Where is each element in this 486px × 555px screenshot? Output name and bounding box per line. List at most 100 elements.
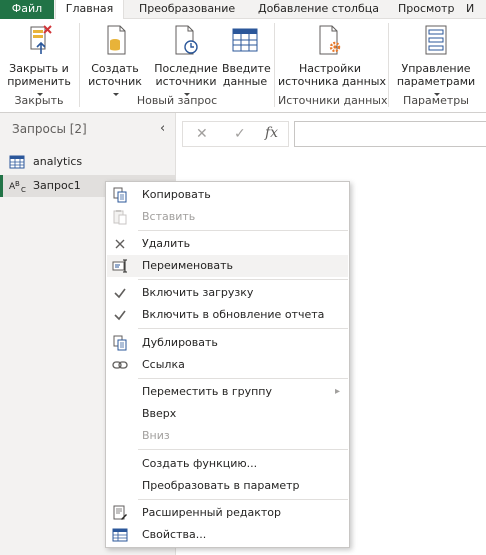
menu-item-label: Вверх [142, 407, 177, 420]
menu-item-move-to-group[interactable]: Переместить в группу ▸ [107, 381, 348, 403]
tab-more[interactable]: И [466, 0, 474, 19]
recent-sources-label-2: источники [155, 75, 217, 88]
menu-item-properties[interactable]: Свойства... [107, 524, 348, 546]
group-label-parameters: Параметры [403, 94, 469, 107]
menu-item-move-down[interactable]: Вниз [107, 425, 348, 447]
check-icon [114, 310, 126, 321]
enter-data-button[interactable]: Введите данные [222, 23, 271, 89]
manage-parameters-label-1: Управление [401, 62, 471, 75]
menu-item-label: Вниз [142, 429, 170, 442]
ribbon-tab-bar: Файл Главная Преобразование Добавление с… [0, 0, 486, 20]
new-source-label-2: источник [88, 75, 142, 88]
recent-sources-button[interactable]: Последние источники [152, 23, 220, 96]
advanced-editor-icon [113, 505, 127, 520]
menu-item-copy[interactable]: Копировать [107, 184, 348, 206]
close-apply-button[interactable]: Закрыть и применить [6, 23, 72, 96]
confirm-formula-icon[interactable]: ✓ [234, 126, 246, 142]
table-icon [232, 28, 258, 52]
check-icon [114, 288, 126, 299]
menu-item-label: Удалить [142, 237, 191, 250]
group-label-close: Закрыть [14, 94, 64, 107]
tab-file[interactable]: Файл [0, 0, 54, 19]
menu-item-convert-to-parameter[interactable]: Преобразовать в параметр [107, 475, 348, 497]
paste-icon [113, 210, 127, 225]
svg-text:B: B [15, 180, 20, 188]
menu-item-paste[interactable]: Вставить [107, 206, 348, 228]
database-new-icon [107, 25, 126, 55]
abc-text-icon: A B C [9, 180, 26, 193]
data-source-settings-label-2: источника данных [278, 75, 386, 88]
menu-separator [138, 279, 348, 280]
menu-item-label: Свойства... [142, 528, 207, 541]
tab-transform[interactable]: Преобразование [139, 0, 235, 19]
data-source-settings-button[interactable]: Настройки источника данных [278, 23, 386, 89]
new-source-button[interactable]: Создать источник [86, 23, 144, 96]
context-menu: Копировать Вставить Удалить Переименоват… [105, 181, 350, 548]
delete-icon [115, 239, 125, 249]
menu-item-reference[interactable]: Ссылка [107, 354, 348, 376]
menu-item-label: Включить в обновление отчета [142, 308, 325, 321]
enter-data-label-2: данные [222, 75, 268, 88]
menu-item-rename[interactable]: Переименовать [107, 255, 348, 277]
ribbon: Закрыть и применить Закрыть Создать исто… [0, 19, 486, 113]
svg-text:C: C [21, 186, 26, 193]
link-icon [112, 361, 128, 369]
menu-separator [138, 230, 348, 231]
menu-separator [138, 378, 348, 379]
menu-item-label: Вставить [142, 210, 196, 223]
fx-icon[interactable]: fx [265, 125, 278, 141]
recent-sources-label-1: Последние [154, 62, 218, 75]
menu-item-delete[interactable]: Удалить [107, 233, 348, 255]
manage-parameters-button[interactable]: Управление параметрами [393, 23, 479, 96]
parameters-icon [425, 25, 447, 55]
copy-icon [113, 187, 127, 203]
query-item-analytics[interactable]: analytics [0, 151, 176, 173]
menu-item-enable-refresh[interactable]: Включить в обновление отчета [107, 304, 348, 326]
menu-item-advanced-editor[interactable]: Расширенный редактор [107, 502, 348, 524]
submenu-arrow-icon: ▸ [334, 386, 340, 397]
query-item-label: Запрос1 [33, 179, 81, 192]
collapse-pane-icon[interactable]: ‹ [160, 121, 165, 136]
tab-add-column[interactable]: Добавление столбца [258, 0, 379, 19]
formula-bar-buttons: ✕ ✓ fx [182, 121, 289, 147]
menu-item-label: Копировать [142, 188, 211, 201]
menu-item-enable-load[interactable]: Включить загрузку [107, 282, 348, 304]
properties-icon [112, 528, 128, 542]
close-apply-label-2: применить [7, 75, 71, 88]
menu-item-label: Дублировать [142, 336, 218, 349]
menu-separator [138, 499, 348, 500]
menu-item-label: Включить загрузку [142, 286, 254, 299]
query-item-label: analytics [33, 155, 83, 168]
menu-separator [138, 449, 348, 450]
group-label-new-query: Новый запрос [136, 94, 218, 107]
group-separator [79, 23, 80, 107]
group-separator [388, 23, 389, 107]
cancel-formula-icon[interactable]: ✕ [196, 126, 208, 142]
menu-item-label: Переместить в группу [142, 385, 272, 398]
menu-item-label: Расширенный редактор [142, 506, 281, 519]
queries-pane-title: Запросы [2] [12, 122, 87, 136]
rename-icon [112, 259, 127, 273]
data-source-settings-icon [319, 25, 341, 55]
group-label-data-sources: Источники данных [278, 94, 388, 107]
recent-sources-icon [175, 25, 198, 55]
enter-data-label-1: Введите [222, 62, 271, 75]
menu-item-label: Ссылка [142, 358, 185, 371]
menu-item-duplicate[interactable]: Дублировать [107, 332, 348, 354]
close-apply-icon [30, 25, 52, 54]
menu-item-label: Переименовать [142, 259, 234, 272]
duplicate-icon [113, 335, 127, 351]
data-source-settings-label-1: Настройки [298, 62, 362, 75]
manage-parameters-label-2: параметрами [396, 75, 476, 88]
close-apply-label-1: Закрыть и [9, 62, 69, 75]
group-separator [274, 23, 275, 107]
table-icon [9, 155, 25, 169]
tab-view[interactable]: Просмотр [398, 0, 454, 19]
tab-home[interactable]: Главная [55, 0, 124, 20]
formula-input[interactable] [294, 121, 486, 147]
menu-item-create-function[interactable]: Создать функцию... [107, 453, 348, 475]
menu-separator [138, 328, 348, 329]
menu-item-move-up[interactable]: Вверх [107, 403, 348, 425]
menu-item-label: Преобразовать в параметр [142, 479, 300, 492]
menu-item-label: Создать функцию... [142, 457, 258, 470]
